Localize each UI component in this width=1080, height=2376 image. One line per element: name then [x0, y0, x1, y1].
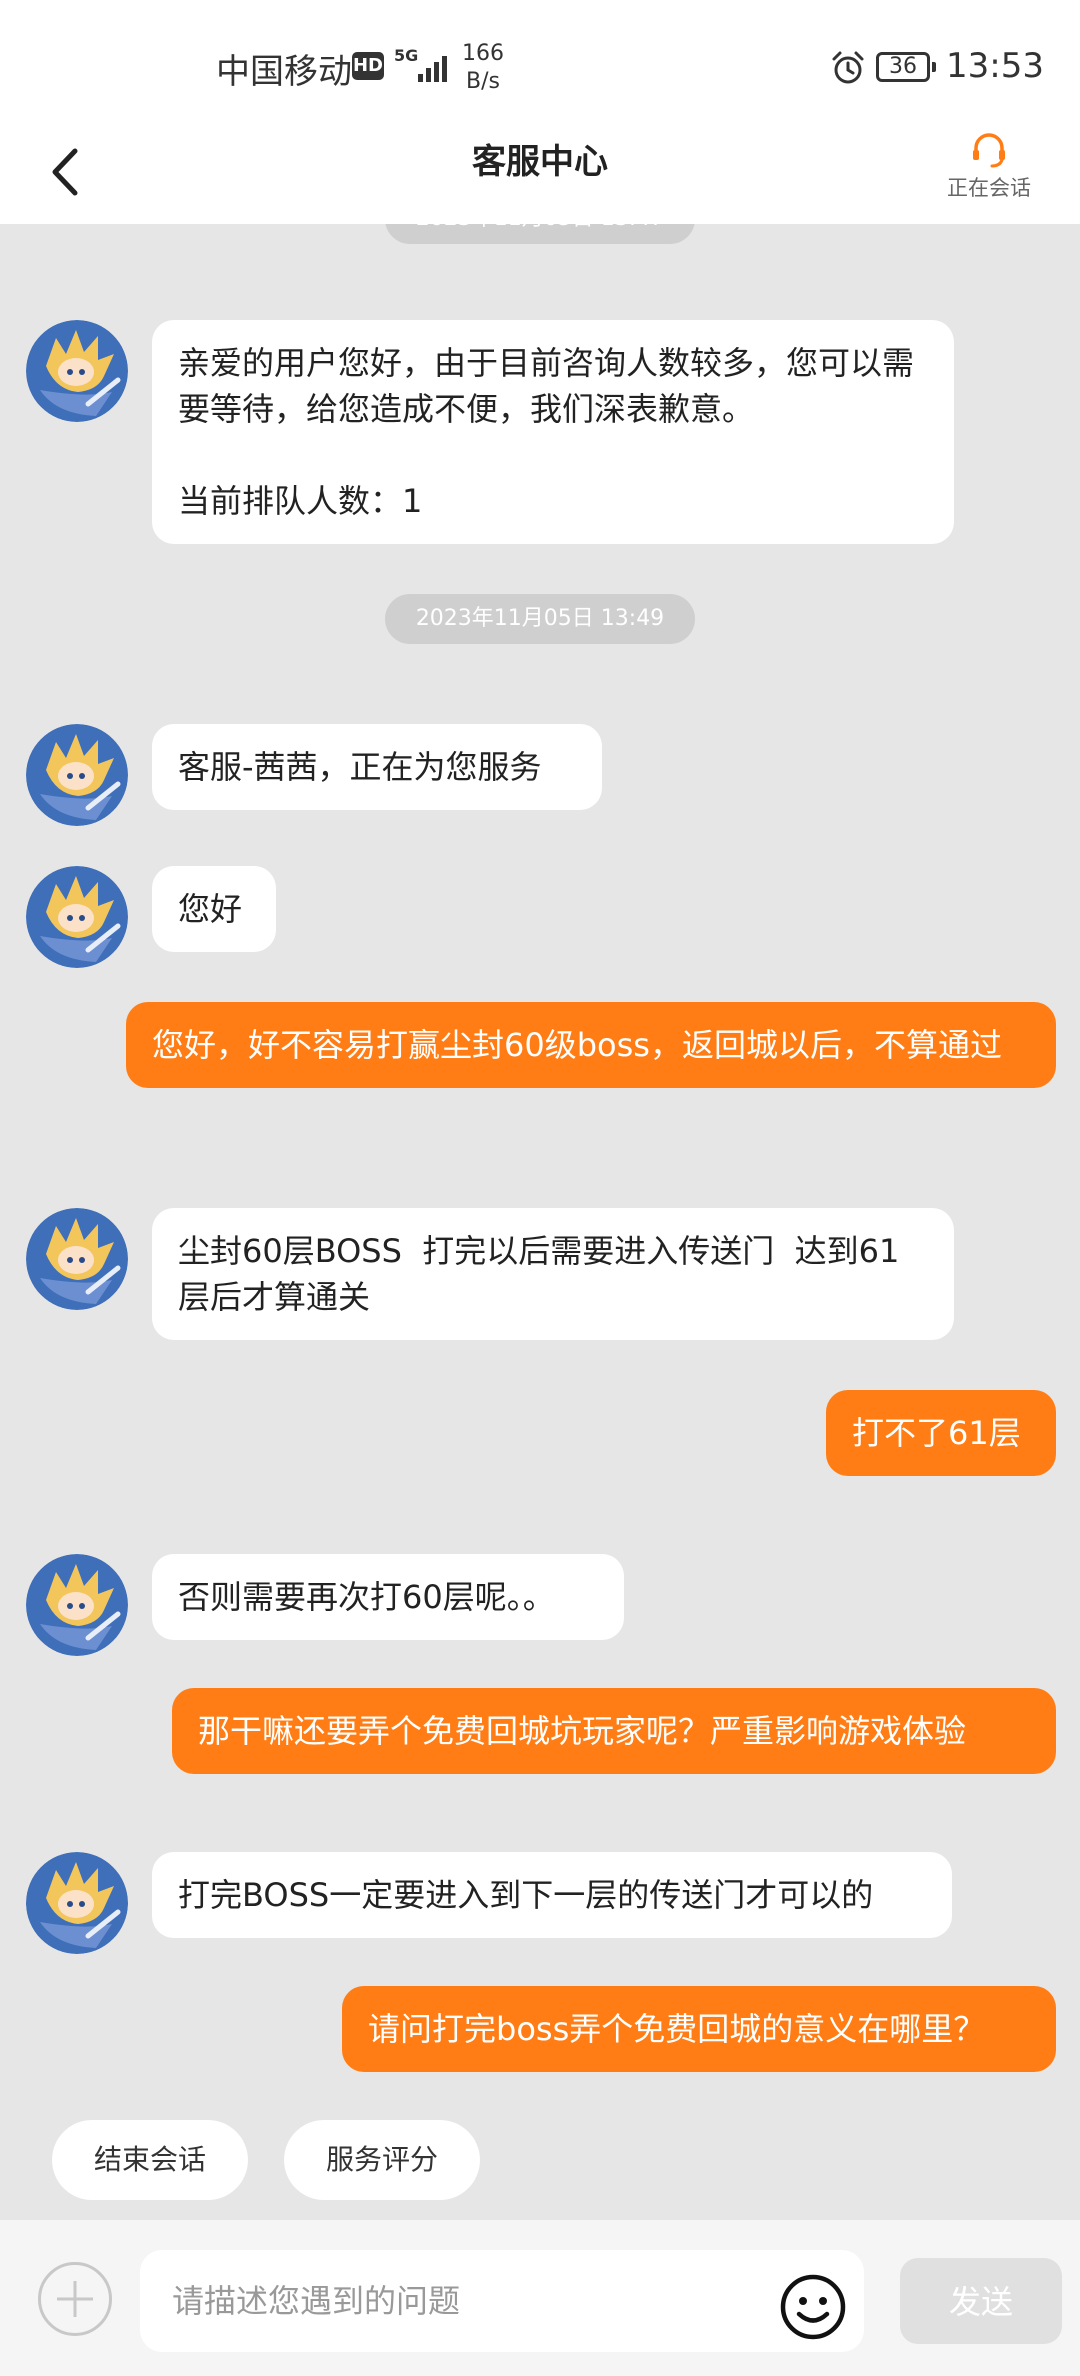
plus-icon[interactable] — [38, 2262, 112, 2336]
quick-actions: 结束会话 服务评分 — [0, 2120, 1080, 2220]
end-session-button[interactable]: 结束会话 — [52, 2120, 248, 2200]
agent-message: 否则需要再次打60层呢。。 — [152, 1554, 624, 1640]
agent-avatar — [26, 1208, 128, 1310]
hd-badge: HD — [352, 52, 384, 80]
user-message: 那干嘛还要弄个免费回城坑玩家呢？严重影响游戏体验 — [172, 1688, 1056, 1774]
agent-message: 打完BOSS一定要进入到下一层的传送门才可以的 — [152, 1852, 952, 1938]
session-status-button[interactable]: 正在会话 — [934, 128, 1044, 202]
send-button[interactable]: 发送 — [900, 2258, 1062, 2344]
status-time: 13:53 — [946, 46, 1044, 86]
agent-message: 您好 — [152, 866, 276, 952]
user-message: 您好，好不容易打赢尘封60级boss，返回城以后，不算通过 — [126, 1002, 1056, 1088]
user-message: 打不了61层 — [826, 1390, 1056, 1476]
chat-area[interactable]: 2023年11月05日 13:47 亲爱的用户您好，由于目前咨询人数较多，您可以… — [0, 224, 1080, 2220]
agent-avatar — [26, 1852, 128, 1954]
battery-indicator: 36 — [876, 52, 936, 82]
user-message: 请问打完boss弄个免费回城的意义在哪里？ — [342, 1986, 1056, 2072]
network-speed: 166 B/s — [462, 40, 504, 96]
agent-message: 亲爱的用户您好，由于目前咨询人数较多，您可以需要等待，给您造成不便，我们深表歉意… — [152, 320, 954, 544]
headset-icon — [973, 133, 1005, 168]
agent-avatar — [26, 1554, 128, 1656]
rate-service-button[interactable]: 服务评分 — [284, 2120, 480, 2200]
input-bar: 发送 — [0, 2220, 1080, 2376]
agent-message: 尘封60层BOSS 打完以后需要进入传送门 达到61层后才算通关 — [152, 1208, 954, 1340]
network-type: 5G — [394, 46, 419, 65]
agent-avatar — [26, 866, 128, 968]
alarm-icon — [832, 51, 864, 84]
network-speed-unit: B/s — [466, 69, 500, 94]
status-bar: 中国移动 HD 5G 166 B/s 36 13:53 — [0, 0, 1080, 138]
nav-bar: 客服中心 正在会话 — [0, 133, 1080, 224]
agent-message: 客服-茜茜，正在为您服务 — [152, 724, 602, 810]
timestamp: 2023年11月05日 13:49 — [385, 594, 695, 644]
agent-avatar — [26, 724, 128, 826]
carrier-name: 中国移动 — [216, 52, 352, 92]
session-status-label: 正在会话 — [947, 176, 1031, 200]
page-title: 客服中心 — [472, 142, 608, 182]
timestamp: 2023年11月05日 13:47 — [385, 224, 695, 244]
network-speed-value: 166 — [462, 41, 504, 66]
smiley-icon[interactable] — [778, 2272, 848, 2342]
message-input[interactable] — [140, 2250, 864, 2352]
agent-avatar — [26, 320, 128, 422]
signal-icon: 5G — [394, 46, 450, 86]
